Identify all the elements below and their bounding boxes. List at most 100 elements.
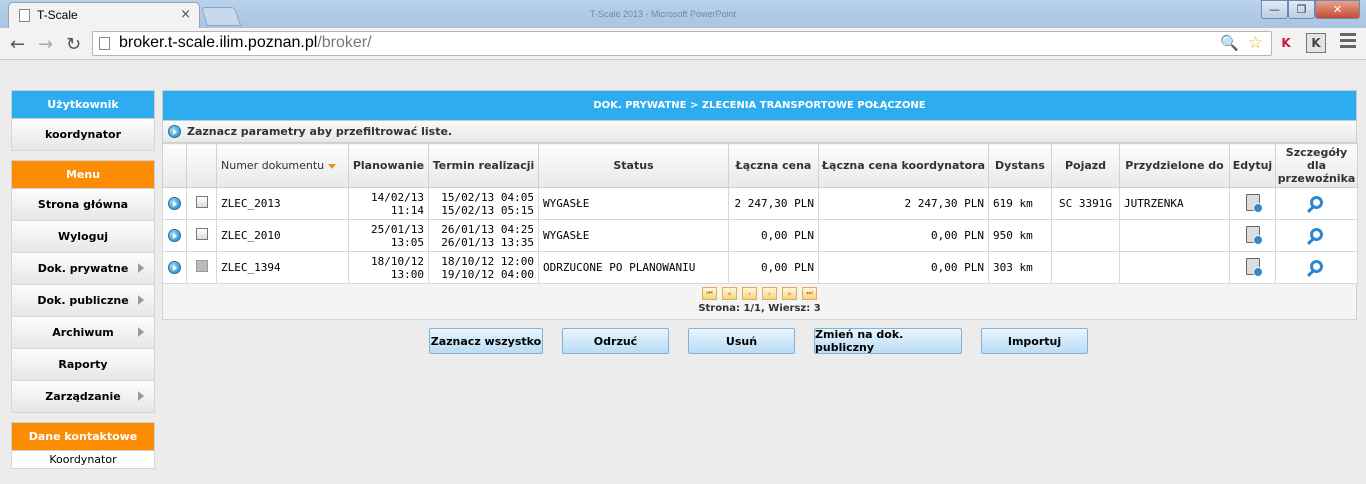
assigned-cell <box>1119 219 1230 252</box>
tab-close-icon[interactable]: × <box>180 7 191 22</box>
header-number[interactable]: Numer dokumentu <box>216 143 349 188</box>
coord-price-cell: 0,00 PLN <box>818 251 989 284</box>
table-row: ZLEC_2013 14/02/13 11:14 15/02/13 04:05 15… <box>162 187 1358 220</box>
doc-number: ZLEC_2013 <box>216 187 349 220</box>
prev-page-button[interactable]: ‹ <box>742 287 757 300</box>
kaspersky-extension-icon[interactable]: K <box>1276 33 1296 53</box>
header-price: Łączna cena <box>728 143 819 188</box>
delete-button[interactable]: Usuń <box>688 328 795 354</box>
filter-toggle[interactable]: Zaznacz parametry aby przefiltrować list… <box>162 121 1357 143</box>
import-button[interactable]: Importuj <box>981 328 1088 354</box>
header-assigned: Przydzielone do <box>1119 143 1230 188</box>
zoom-icon[interactable]: 🔍 <box>1220 34 1239 52</box>
make-public-button[interactable]: Zmień na dok. publiczny <box>814 328 962 354</box>
url-text[interactable]: broker.t-scale.ilim.poznan.pl/broker/ <box>119 34 372 52</box>
expand-filter-icon[interactable] <box>168 125 181 138</box>
prev-10-button[interactable]: « <box>722 287 737 300</box>
coord-price-cell: 0,00 PLN <box>818 219 989 252</box>
main-panel: DOK. PRYWATNE > ZLECENIA TRANSPORTOWE PO… <box>162 90 1358 320</box>
price-cell: 2 247,30 PLN <box>728 187 819 220</box>
edit-clipboard-icon[interactable] <box>1245 225 1263 245</box>
chrome-menu-icon[interactable] <box>1340 33 1356 51</box>
planning-cell: 25/01/13 13:05 <box>348 219 429 252</box>
details-magnifier-icon[interactable] <box>1310 195 1323 209</box>
assigned-cell <box>1119 251 1230 284</box>
header-expand <box>162 143 187 188</box>
page-info: Strona: 1/1, Wiersz: 3 <box>698 303 821 314</box>
assigned-cell: JUTRZENKA <box>1119 187 1230 220</box>
distance-cell: 619 km <box>988 187 1052 220</box>
vehicle-cell <box>1051 251 1120 284</box>
browser-titlebar: T-Scale × T-Scale 2013 - Microsoft Power… <box>0 0 1366 28</box>
tab-title: T-Scale <box>37 8 78 22</box>
expand-row-icon[interactable] <box>168 197 181 211</box>
doc-number: ZLEC_2010 <box>216 219 349 252</box>
submenu-arrow-icon <box>138 327 144 337</box>
select-all-button[interactable]: Zaznacz wszystko <box>429 328 543 354</box>
forward-arrow-icon[interactable]: → <box>38 34 53 55</box>
user-header: Użytkownik <box>11 90 155 119</box>
orders-table: Numer dokumentu Planowanie Termin realiz… <box>162 143 1358 284</box>
submenu-arrow-icon <box>138 391 144 401</box>
minimize-button[interactable]: — <box>1261 0 1288 19</box>
page-title: DOK. PRYWATNE > ZLECENIA TRANSPORTOWE PO… <box>162 90 1357 121</box>
last-page-button[interactable]: ⏭ <box>802 287 817 300</box>
maximize-button[interactable]: ❐ <box>1288 0 1315 19</box>
table-header-row: Numer dokumentu Planowanie Termin realiz… <box>162 143 1358 188</box>
term-cell: 15/02/13 04:05 15/02/13 05:15 <box>428 187 539 220</box>
first-page-button[interactable]: ⏮ <box>702 287 717 300</box>
header-vehicle: Pojazd <box>1051 143 1120 188</box>
expand-row-icon[interactable] <box>168 229 181 243</box>
sidebar-item-management[interactable]: Zarządzanie <box>11 381 155 413</box>
address-bar[interactable]: broker.t-scale.ilim.poznan.pl/broker/ 🔍 … <box>92 31 1272 56</box>
next-10-button[interactable]: » <box>782 287 797 300</box>
bookmark-star-icon[interactable]: ☆ <box>1248 33 1263 53</box>
k-extension-icon[interactable]: K <box>1306 33 1326 53</box>
pagination: ⏮ « ‹ › » ⏭ Strona: 1/1, Wiersz: 3 <box>162 284 1357 320</box>
header-term: Termin realizacji <box>428 143 539 188</box>
new-tab-button[interactable] <box>200 7 242 26</box>
sidebar-item-archive[interactable]: Archiwum <box>11 317 155 349</box>
details-magnifier-icon[interactable] <box>1310 227 1323 241</box>
reload-icon[interactable]: ↻ <box>66 34 81 55</box>
page-icon <box>99 37 110 50</box>
sidebar-item-public-docs[interactable]: Dok. publiczne <box>11 285 155 317</box>
price-cell: 0,00 PLN <box>728 219 819 252</box>
header-distance: Dystans <box>988 143 1052 188</box>
table-row: ZLEC_1394 18/10/12 13:00 18/10/12 12:00 19… <box>162 251 1358 284</box>
term-cell: 26/01/13 04:25 26/01/13 13:35 <box>428 219 539 252</box>
distance-cell: 303 km <box>988 251 1052 284</box>
window-controls: — ❐ ✕ <box>1261 0 1360 19</box>
sidebar-item-private-docs[interactable]: Dok. prywatne <box>11 253 155 285</box>
contact-header: Dane kontaktowe <box>11 422 155 451</box>
planning-cell: 14/02/13 11:14 <box>348 187 429 220</box>
contact-value: Koordynator <box>11 451 155 469</box>
edit-clipboard-icon[interactable] <box>1245 193 1263 213</box>
vehicle-cell <box>1051 219 1120 252</box>
status-cell: WYGASŁE <box>538 219 729 252</box>
row-checkbox[interactable] <box>195 228 208 240</box>
row-checkbox[interactable] <box>195 196 208 208</box>
status-cell: WYGASŁE <box>538 187 729 220</box>
expand-row-icon[interactable] <box>168 261 181 275</box>
sidebar-item-logout[interactable]: Wyloguj <box>11 221 155 253</box>
reject-button[interactable]: Odrzuć <box>562 328 669 354</box>
header-coord-price: Łączna cena koordynatora <box>818 143 989 188</box>
sidebar-item-home[interactable]: Strona główna <box>11 189 155 221</box>
sidebar-item-reports[interactable]: Raporty <box>11 349 155 381</box>
header-planning: Planowanie <box>348 143 429 188</box>
browser-tab[interactable]: T-Scale × <box>8 2 200 28</box>
page-favicon-icon <box>19 9 30 22</box>
term-cell: 18/10/12 12:00 19/10/12 04:00 <box>428 251 539 284</box>
user-name: koordynator <box>11 119 155 151</box>
details-magnifier-icon[interactable] <box>1310 259 1323 273</box>
back-arrow-icon[interactable]: ← <box>10 34 25 55</box>
next-page-button[interactable]: › <box>762 287 777 300</box>
menu-header: Menu <box>11 160 155 189</box>
header-status: Status <box>538 143 729 188</box>
browser-toolbar: ← → ↻ broker.t-scale.ilim.poznan.pl/brok… <box>0 28 1366 60</box>
row-checkbox-disabled <box>195 260 208 272</box>
close-window-button[interactable]: ✕ <box>1315 0 1360 19</box>
edit-clipboard-icon[interactable] <box>1245 257 1263 277</box>
coord-price-cell: 2 247,30 PLN <box>818 187 989 220</box>
